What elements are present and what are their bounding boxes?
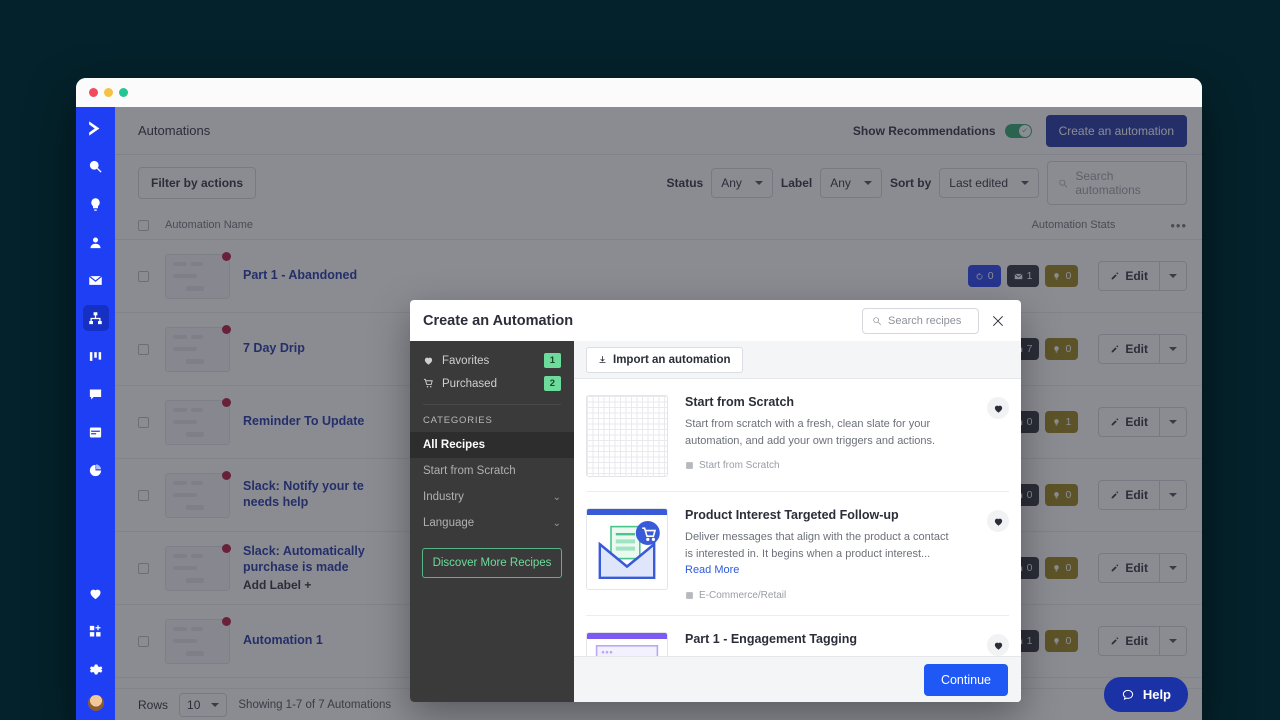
email-icon[interactable]: [83, 267, 109, 293]
left-nav-rail: [76, 107, 115, 720]
search-recipes-placeholder: Search recipes: [888, 314, 962, 327]
favorites-badge: 1: [543, 353, 561, 368]
heart-icon: [424, 357, 433, 365]
category-label: Language: [423, 517, 475, 529]
window-close-button[interactable]: [89, 88, 98, 97]
modal-footer: Continue: [574, 656, 1021, 702]
recipe-thumbnail: [586, 508, 668, 590]
continue-button[interactable]: Continue: [923, 663, 1008, 696]
automations-icon[interactable]: [82, 305, 109, 331]
favorite-heart-icon[interactable]: [987, 634, 1009, 656]
modal-header-actions: Search recipes: [862, 307, 1006, 334]
window-minimize-button[interactable]: [104, 88, 113, 97]
recipe-card[interactable]: Product Interest Targeted Follow-up Deliv…: [586, 492, 1009, 617]
search-icon: [873, 316, 882, 325]
category-item-industry[interactable]: Industry ⌄: [410, 484, 574, 510]
browser-window: Automations Show Recommendations Create …: [76, 78, 1202, 720]
help-button[interactable]: Help: [1103, 677, 1188, 712]
tag-icon: [686, 462, 693, 470]
modal-header: Create an Automation Search recipes: [410, 300, 1021, 341]
thumb-accent-bar: [587, 633, 667, 640]
recipe-card[interactable]: Start from Scratch Start from scratch wit…: [586, 379, 1009, 492]
recipe-title: Part 1 - Engagement Tagging: [685, 632, 858, 647]
modal-title: Create an Automation: [423, 312, 574, 329]
heart-icon[interactable]: [83, 580, 109, 606]
tag-icon: [686, 592, 693, 600]
sidebar-item-purchased[interactable]: Purchased 2: [410, 372, 574, 395]
deals-icon[interactable]: [83, 343, 109, 369]
logo-icon[interactable]: [83, 115, 109, 141]
category-label: All Recipes: [423, 439, 485, 451]
create-automation-modal: Create an Automation Search recipes Favo…: [410, 300, 1021, 702]
chevron-down-icon: ⌄: [552, 491, 561, 503]
category-item-language[interactable]: Language ⌄: [410, 510, 574, 536]
recipe-thumbnail: [586, 632, 668, 656]
window-zoom-button[interactable]: [119, 88, 128, 97]
import-label: Import an automation: [613, 353, 731, 366]
recipe-tag: Start from Scratch: [685, 460, 955, 471]
category-item-all-recipes[interactable]: All Recipes: [410, 432, 574, 458]
category-label: Start from Scratch: [423, 465, 516, 477]
favorite-heart-icon[interactable]: [987, 397, 1009, 419]
recipe-description: Keep up-to-date tags on your contacts ba…: [685, 653, 955, 656]
category-label: Industry: [423, 491, 464, 503]
recipe-description: Deliver messages that align with the pro…: [685, 531, 949, 577]
cart-icon: [423, 378, 433, 388]
categories-heading: CATEGORIES: [423, 415, 493, 426]
recipe-text: Part 1 - Engagement Tagging Keep up-to-da…: [685, 632, 987, 656]
website-icon[interactable]: [83, 419, 109, 445]
search-recipes-input[interactable]: Search recipes: [862, 307, 979, 334]
import-automation-button[interactable]: Import an automation: [586, 346, 743, 373]
modal-content: Import an automation Start from Scratch S…: [574, 341, 1021, 702]
recipe-text: Product Interest Targeted Follow-up Deliv…: [685, 508, 987, 601]
recipe-card[interactable]: Part 1 - Engagement Tagging Keep up-to-da…: [586, 616, 1009, 656]
chat-bubble-icon: [1122, 689, 1133, 700]
purchased-label: Purchased: [442, 377, 497, 390]
download-icon: [599, 356, 606, 363]
apps-icon[interactable]: [83, 618, 109, 644]
search-icon[interactable]: [83, 153, 109, 179]
category-list: All Recipes Start from Scratch Industry ⌄ La…: [410, 432, 574, 536]
envelope-thumbnail-art: [595, 520, 660, 579]
favorite-heart-icon[interactable]: [987, 510, 1009, 532]
category-item-start-from-scratch[interactable]: Start from Scratch: [410, 458, 574, 484]
grid-thumbnail-art: [587, 396, 667, 476]
reports-icon[interactable]: [83, 457, 109, 483]
recipe-tag: E-Commerce/Retail: [685, 590, 955, 601]
close-icon[interactable]: [990, 313, 1006, 329]
conversations-icon[interactable]: [83, 381, 109, 407]
modal-toolbar: Import an automation: [574, 341, 1021, 379]
thumb-accent-bar: [587, 509, 667, 515]
recipe-description: Start from scratch with a fresh, clean s…: [685, 418, 936, 447]
recipe-text: Start from Scratch Start from scratch wit…: [685, 395, 987, 477]
modal-body: Favorites 1 Purchased 2 CATEGORIES All R…: [410, 341, 1021, 702]
gear-icon[interactable]: [83, 656, 109, 682]
read-more-link[interactable]: Read More: [685, 564, 739, 576]
recipe-list[interactable]: Start from Scratch Start from scratch wit…: [574, 379, 1021, 656]
help-label: Help: [1142, 687, 1171, 702]
purchased-badge: 2: [543, 376, 561, 391]
recipe-title: Product Interest Targeted Follow-up: [685, 508, 899, 522]
discover-more-recipes-button[interactable]: Discover More Recipes: [422, 548, 562, 578]
chevron-down-icon: ⌄: [552, 517, 561, 529]
window-titlebar: [76, 78, 1202, 107]
recipe-thumbnail: [586, 395, 668, 477]
sidebar-item-favorites[interactable]: Favorites 1: [410, 349, 574, 372]
contacts-icon[interactable]: [83, 229, 109, 255]
lightbulb-icon[interactable]: [83, 191, 109, 217]
avatar[interactable]: [86, 694, 105, 712]
recipe-title: Start from Scratch: [685, 395, 795, 409]
modal-sidebar: Favorites 1 Purchased 2 CATEGORIES All R…: [410, 341, 574, 702]
favorites-label: Favorites: [442, 354, 490, 367]
